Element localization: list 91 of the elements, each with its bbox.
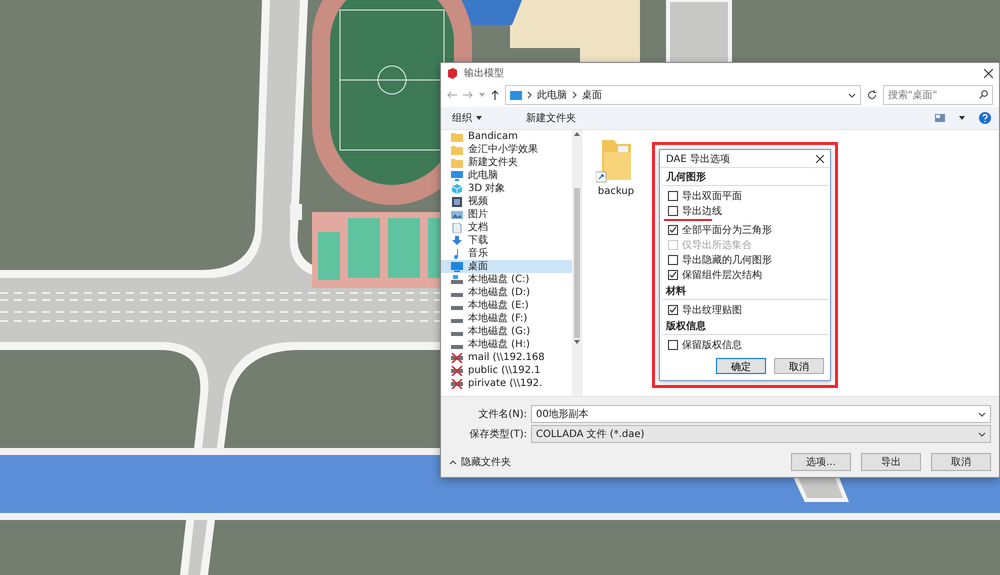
- sidebar-item[interactable]: 新建文件夹: [441, 156, 572, 169]
- computer-icon: [451, 170, 463, 180]
- help-icon[interactable]: [979, 112, 991, 124]
- dialog-button[interactable]: 取消: [774, 358, 824, 374]
- organize-button[interactable]: 组织: [449, 109, 509, 127]
- sidebar-item[interactable]: 本地磁盘 (D:): [441, 286, 572, 299]
- breadcrumb-item[interactable]: 此电脑: [537, 88, 567, 102]
- section-heading: 几何图形: [662, 168, 828, 186]
- new-folder-button[interactable]: 新建文件夹: [523, 109, 583, 127]
- checkbox[interactable]: [668, 190, 678, 200]
- sidebar-item[interactable]: 文档: [441, 221, 572, 234]
- option-label: 全部平面分为三角形: [682, 224, 772, 236]
- folder-icon: [451, 144, 463, 154]
- section-heading: 版权信息: [662, 317, 828, 335]
- scroll-up-arrow-icon[interactable]: [574, 132, 580, 136]
- sidebar-item[interactable]: 音乐: [441, 247, 572, 260]
- chevron-up-icon: [449, 460, 457, 464]
- file-name-field[interactable]: 00地形副本: [531, 405, 991, 423]
- app-logo-icon: [447, 68, 458, 78]
- option-label: 仅导出所选集合: [682, 238, 752, 252]
- checkbox[interactable]: [668, 270, 678, 280]
- sidebar-item[interactable]: 本地磁盘 (H:): [441, 338, 572, 351]
- dialog-title: DAE 导出选项: [666, 152, 731, 166]
- chevron-right-icon: [572, 91, 577, 99]
- sidebar-item[interactable]: Bandicam: [441, 130, 572, 143]
- option-label: 导出边线: [682, 204, 722, 218]
- section-heading: 材料: [662, 282, 828, 300]
- up-arrow-icon[interactable]: [491, 90, 499, 100]
- sidebar-item[interactable]: 本地磁盘 (E:): [441, 299, 572, 312]
- option-label: 导出隐藏的几何图形: [682, 254, 772, 266]
- file-item[interactable]: backup: [596, 138, 636, 197]
- breadcrumb-item[interactable]: 桌面: [582, 88, 602, 102]
- sidebar-item[interactable]: 本地磁盘 (F:): [441, 312, 572, 325]
- option-label: 保留组件层次结构: [682, 268, 762, 282]
- field-label: 文件名(N):: [477, 408, 527, 421]
- sidebar-item[interactable]: 下载: [441, 234, 572, 247]
- checkbox[interactable]: [668, 206, 678, 216]
- network-drive-icon: [451, 366, 463, 376]
- annotation-underline: [664, 219, 712, 221]
- sidebar-item[interactable]: 3D 对象: [441, 182, 572, 195]
- option-label: 导出双面平面: [682, 190, 742, 202]
- dialog-button[interactable]: 导出: [861, 453, 921, 471]
- network-drive-icon: [451, 378, 463, 388]
- scroll-down-arrow-icon[interactable]: [574, 340, 580, 344]
- sidebar-item[interactable]: 此电脑: [441, 169, 572, 182]
- film-icon: [451, 196, 463, 206]
- search-field[interactable]: 搜索"桌面": [883, 85, 993, 105]
- window-title: 输出模型: [464, 66, 505, 80]
- network-drive-icon: [451, 352, 463, 362]
- file-type-dropdown[interactable]: COLLADA 文件 (*.dae): [531, 425, 991, 443]
- dialog-button[interactable]: 选项...: [791, 453, 851, 471]
- chevron-right-icon: [527, 91, 532, 99]
- refresh-icon[interactable]: [867, 90, 877, 100]
- caret-icon[interactable]: [848, 92, 856, 98]
- caret-icon: [476, 116, 482, 120]
- hide-folders-button[interactable]: 隐藏文件夹: [449, 453, 511, 471]
- cube-icon: [451, 184, 463, 194]
- sidebar-item[interactable]: mail (\\192.168: [441, 351, 572, 364]
- checkbox[interactable]: [668, 340, 678, 350]
- sidebar-item[interactable]: 金汇中小学效果: [441, 143, 572, 156]
- sidebar-item[interactable]: 本地磁盘 (G:): [441, 325, 572, 338]
- sidebar-item[interactable]: 图片: [441, 208, 572, 221]
- sidebar-item[interactable]: 视频: [441, 195, 572, 208]
- dialog-button[interactable]: 确定: [716, 358, 766, 374]
- caret-icon[interactable]: [978, 412, 986, 416]
- checkbox[interactable]: [668, 304, 678, 314]
- address-field[interactable]: 此电脑 桌面: [505, 85, 861, 105]
- folder-icon: [451, 158, 463, 168]
- scrollbar[interactable]: [572, 130, 581, 396]
- checkbox[interactable]: [668, 224, 678, 234]
- picture-icon: [451, 210, 463, 220]
- field-label: 保存类型(T):: [468, 428, 527, 441]
- caret-icon[interactable]: [959, 116, 965, 120]
- sidebar-item[interactable]: public (\\192.1: [441, 364, 572, 377]
- checkbox[interactable]: [668, 254, 678, 264]
- caret-icon[interactable]: [978, 432, 986, 436]
- view-options-icon[interactable]: [935, 114, 945, 122]
- document-icon: [451, 222, 463, 232]
- download-arrow-icon: [451, 236, 463, 246]
- sidebar-item[interactable]: 本地磁盘 (C:): [441, 273, 572, 286]
- drive-icon: [451, 274, 463, 284]
- monitor-icon: [510, 90, 522, 100]
- monitor-icon: [451, 262, 463, 272]
- close-icon[interactable]: [816, 154, 824, 162]
- option-label: 导出纹理贴图: [682, 304, 742, 316]
- search-icon: [979, 90, 988, 99]
- dialog-button[interactable]: 取消: [931, 453, 991, 471]
- option-label: 保留版权信息: [682, 338, 742, 352]
- close-icon[interactable]: [984, 68, 993, 78]
- sidebar-item[interactable]: pirivate (\\192.: [441, 377, 572, 390]
- sidebar-item[interactable]: 桌面: [441, 260, 572, 273]
